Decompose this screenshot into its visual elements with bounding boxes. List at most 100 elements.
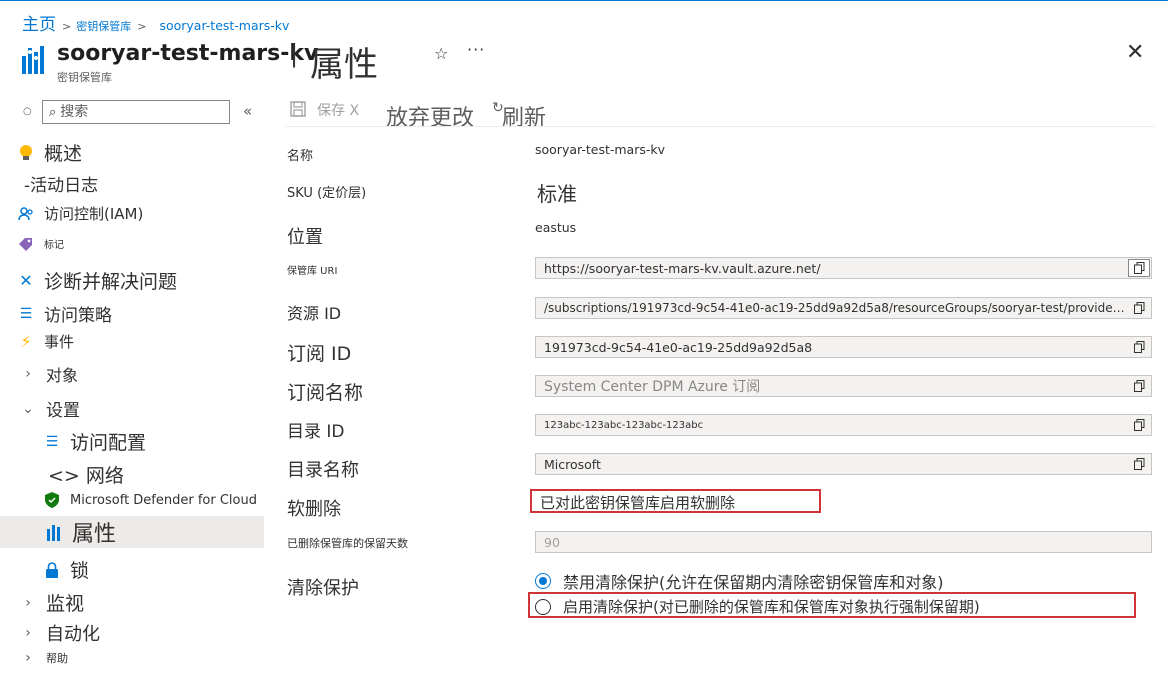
directory-id-value: 123abc-123abc-123abc-123abc [544,419,704,431]
lock-icon [46,561,58,578]
copy-icon[interactable] [1127,454,1151,474]
sidebar-item-help[interactable]: › 帮助 [20,650,68,666]
sidebar-item-label: 锁 [70,560,90,582]
favorite-star-icon[interactable]: ☆ [434,44,448,63]
purge-disable-option-label: 禁用清除保护(允许在保留期内清除密钥保管库和对象) [563,573,944,592]
vault-uri-label: 保管库 URI [287,266,338,277]
list-icon: ☰ [19,305,33,322]
chevron-right-icon: › [25,366,31,382]
sidebar-item-label: -活动日志 [24,176,99,196]
sidebar-item-overview[interactable]: 概述 [18,139,82,166]
sidebar-item-properties[interactable]: 属性 [0,516,264,548]
refresh-icon: ↻ [492,100,504,116]
refresh-button[interactable]: ↻ 刷新 [492,100,546,132]
directory-name-value: Microsoft [544,456,601,472]
collapse-sidebar-icon[interactable]: « [243,102,252,120]
bars-icon [47,525,60,541]
chevron-right-icon: › [25,625,31,641]
subscription-name-label: 订阅名称 [287,382,364,404]
breadcrumb-home-link[interactable]: 主页 [22,10,56,35]
copy-icon[interactable] [1127,298,1151,318]
top-accent-line [0,0,1168,1]
directory-id-label: 目录 ID [287,422,345,442]
directory-name-field: Microsoft [535,453,1152,475]
save-button[interactable]: 保存 X [317,100,359,120]
retention-days-label: 已删除保管库的保留天数 [287,537,408,550]
sidebar-item-label: Microsoft Defender for Cloud [70,492,257,508]
sidebar-item-label: 访问策略 [44,306,112,326]
sidebar-item-label: 诊断并解决问题 [44,271,178,293]
copy-icon[interactable] [1127,415,1151,435]
chevron-right-icon: › [25,650,31,666]
vault-uri-field: https://sooryar-test-mars-kv.vault.azure… [535,257,1152,279]
wrench-icon: ✕ [19,271,33,290]
sidebar-item-monitoring[interactable]: › 监视 [20,589,84,616]
purge-disable-radio[interactable]: 禁用清除保护(允许在保留期内清除密钥保管库和对象) [535,569,944,593]
name-value: sooryar-test-mars-kv [535,142,666,157]
sidebar-item-label: 事件 [44,333,75,351]
lightbulb-icon [20,144,32,160]
subscription-name-value: System Center DPM Azure 订阅 [544,379,761,395]
tag-icon [19,237,32,251]
subscription-id-field: 191973cd-9c54-41e0-ac19-25dd9a92d5a8 [535,336,1152,358]
sidebar-item-iam[interactable]: 访问控制(IAM) [18,203,143,224]
directory-id-field: 123abc-123abc-123abc-123abc [535,414,1152,436]
location-label: 位置 [287,227,323,248]
directory-name-label: 目录名称 [287,460,359,481]
breadcrumb-current-link[interactable]: sooryar-test-mars-kv [159,18,289,33]
sidebar-item-access-config[interactable]: ☰ 访问配置 [44,428,146,455]
sidebar-item-label: 标记 [44,240,64,251]
sidebar-item-label: 对象 [46,366,79,385]
chevron-down-icon: ⌄ [22,400,34,417]
copy-icon[interactable] [1127,376,1151,396]
chevron-right-icon: > [62,20,72,33]
sidebar-item-diagnose[interactable]: ✕ 诊断并解决问题 [18,267,177,294]
shield-icon [45,492,59,508]
sidebar-item-events[interactable]: ⚡ 事件 [18,331,74,352]
chevron-right-icon: › [25,594,31,611]
sidebar-item-networking[interactable]: <> 网络 [48,461,124,488]
copy-icon[interactable] [1127,337,1151,357]
sidebar-item-label: 帮助 [46,652,68,665]
key-vault-icon [22,46,44,74]
discard-changes-button[interactable]: 放弃更改 [386,100,474,132]
sidebar-dot-icon: ○ [23,106,32,117]
search-icon: ⌕ [49,104,57,120]
soft-delete-label: 软删除 [287,499,341,520]
sidebar-item-label: 监视 [46,593,85,615]
sidebar-item-automation[interactable]: › 自动化 [20,620,100,646]
title-divider: | [290,40,299,68]
sidebar-item-tags[interactable]: 标记 [18,236,64,251]
sidebar-item-label: <> 网络 [48,465,124,487]
command-bar-divider [285,126,1155,127]
lightning-icon: ⚡ [20,332,32,351]
sidebar-item-label: 访问配置 [70,432,147,454]
sidebar-item-label: 概述 [44,143,83,165]
copy-icon[interactable] [1128,259,1150,277]
sidebar-item-locks[interactable]: 锁 [44,556,89,583]
resource-id-field: /subscriptions/191973cd-9c54-41e0-ac19-2… [535,297,1152,319]
subscription-id-label: 订阅 ID [287,343,352,365]
search-box[interactable]: ⌕ [42,100,230,124]
location-value: eastus [535,220,577,235]
people-icon [18,206,33,220]
search-input[interactable] [60,104,211,120]
sidebar-item-activity-log[interactable]: -活动日志 [24,171,98,196]
resource-id-label: 资源 ID [287,304,342,323]
retention-days-input[interactable]: 90 [535,531,1152,553]
sku-value: 标准 [537,182,577,206]
sidebar-item-settings[interactable]: ⌄ 设置 [20,396,80,422]
breadcrumb-vaults-link[interactable]: 密钥保管库 [76,18,131,34]
radio-selected-icon [535,573,551,589]
more-options-icon[interactable]: ··· [467,40,485,59]
sidebar-item-label: 属性 [72,522,117,547]
close-icon[interactable]: ✕ [1126,40,1144,65]
breadcrumb: 主页 > 密钥保管库 > sooryar-test-mars-kv [22,10,289,35]
close-icon: X [349,103,360,119]
subscription-name-field: System Center DPM Azure 订阅 [535,375,1152,397]
vault-uri-value: https://sooryar-test-mars-kv.vault.azure… [544,260,821,276]
sidebar-item-access-policies[interactable]: ☰ 访问策略 [18,301,112,327]
sidebar-item-objects[interactable]: › 对象 [20,362,78,386]
purge-enable-radio[interactable]: 启用清除保护(对已删除的保管库和保管库对象执行强制保留期) [535,596,980,617]
sidebar-item-defender[interactable]: Microsoft Defender for Cloud [44,492,257,508]
